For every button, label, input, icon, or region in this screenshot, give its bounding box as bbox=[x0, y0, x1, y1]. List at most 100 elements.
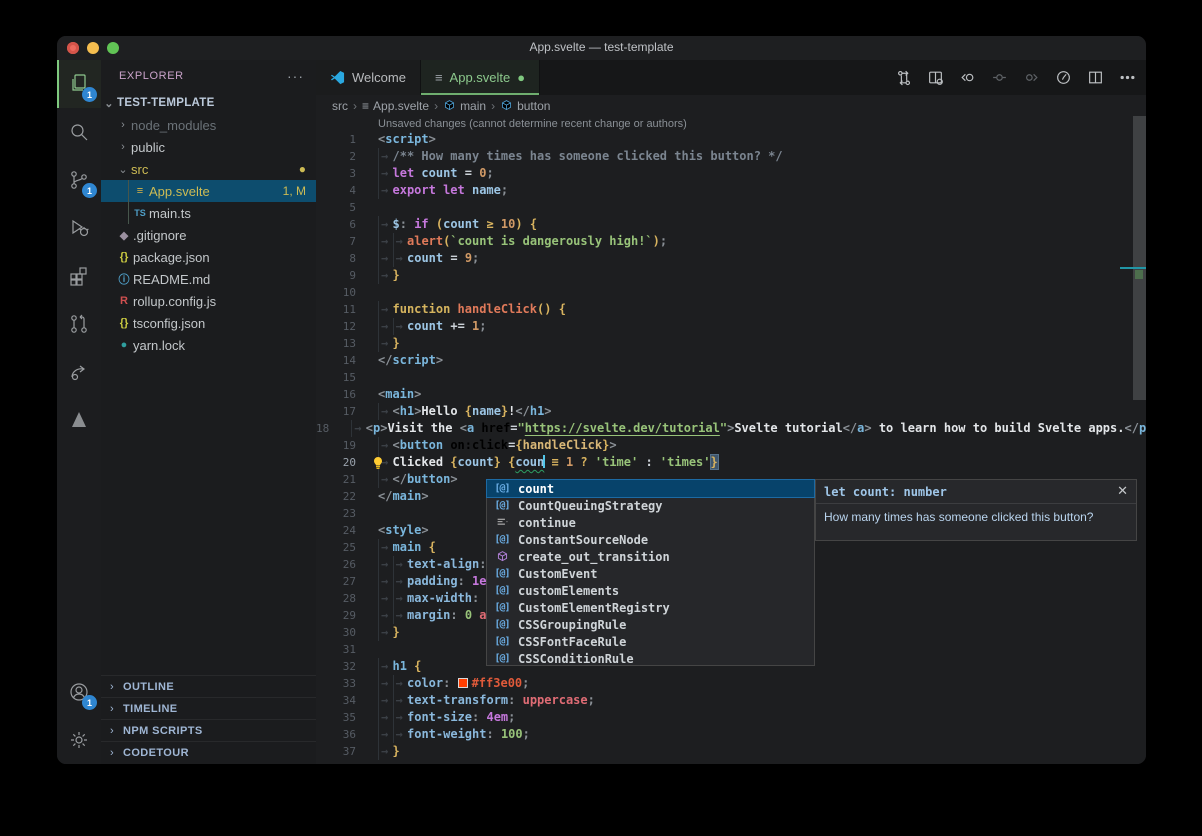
code-line-19[interactable]: 19→<button on:click={handleClick}> bbox=[316, 437, 1132, 454]
file-label: public bbox=[131, 140, 316, 155]
activity-source-control[interactable]: 1 bbox=[57, 156, 101, 204]
color-swatch[interactable] bbox=[458, 678, 468, 688]
activity-settings-gear[interactable] bbox=[57, 716, 101, 764]
activity-explorer[interactable]: 1 bbox=[57, 60, 101, 108]
compare-changes-button[interactable] bbox=[892, 67, 914, 89]
breadcrumb-item-src[interactable]: src bbox=[332, 99, 348, 113]
code-line-14[interactable]: 14</script> bbox=[316, 352, 1132, 369]
line-number: 37 bbox=[316, 743, 356, 760]
code-line-8[interactable]: 8→→count = 9; bbox=[316, 250, 1132, 267]
tree-item-public[interactable]: ›public bbox=[101, 136, 316, 158]
start-tour-button[interactable] bbox=[1052, 67, 1074, 89]
code-line-1[interactable]: 1<script> bbox=[316, 131, 1132, 148]
unsaved-dot-icon[interactable]: ● bbox=[517, 70, 525, 85]
editor-scrollbar[interactable] bbox=[1133, 116, 1146, 400]
modified-dot-badge: ● bbox=[299, 162, 306, 176]
tree-item-yarn-lock[interactable]: ●yarn.lock bbox=[101, 334, 316, 356]
tree-item-src[interactable]: ⌄src● bbox=[101, 158, 316, 180]
tree-root-folder[interactable]: ⌄ TEST-TEMPLATE bbox=[101, 92, 316, 114]
file-label: .gitignore bbox=[133, 228, 316, 243]
tour-next-button[interactable] bbox=[1020, 67, 1042, 89]
code-line-9[interactable]: 9→} bbox=[316, 267, 1132, 284]
symbol-variable-icon: [@] bbox=[491, 534, 513, 545]
tree-item-package-json[interactable]: {}package.json bbox=[101, 246, 316, 268]
tree-item--gitignore[interactable]: ◆.gitignore bbox=[101, 224, 316, 246]
title-bar[interactable]: App.svelte — test-template bbox=[57, 36, 1146, 60]
indent-guide bbox=[128, 180, 129, 202]
tab-app-svelte[interactable]: ≡App.svelte● bbox=[421, 60, 540, 95]
suggest-item-countqueuingstrategy[interactable]: [@]CountQueuingStrategy bbox=[487, 497, 814, 514]
activity-azure[interactable] bbox=[57, 396, 101, 444]
tab-welcome[interactable]: Welcome bbox=[316, 60, 421, 95]
suggest-item-constantsourcenode[interactable]: [@]ConstantSourceNode bbox=[487, 531, 814, 548]
indent-whitespace-arrow: → bbox=[378, 148, 393, 165]
tree-item-rollup-config-js[interactable]: Rrollup.config.js bbox=[101, 290, 316, 312]
activity-github-pr[interactable] bbox=[57, 300, 101, 348]
code-line-12[interactable]: 12→→count += 1; bbox=[316, 318, 1132, 335]
line-content: →export let name; bbox=[378, 182, 508, 199]
suggest-item-create_out_transition[interactable]: create_out_transition bbox=[487, 548, 814, 565]
breadcrumb-item-app-svelte[interactable]: ≡App.svelte bbox=[362, 99, 429, 113]
code-line-6[interactable]: 6→$: if (count ≥ 10) { bbox=[316, 216, 1132, 233]
sidebar-section-npm-scripts[interactable]: ›NPM SCRIPTS bbox=[101, 719, 316, 741]
suggest-item-customevent[interactable]: [@]CustomEvent bbox=[487, 565, 814, 582]
activity-extensions[interactable] bbox=[57, 252, 101, 300]
code-line-13[interactable]: 13→} bbox=[316, 335, 1132, 352]
code-line-36[interactable]: 36→→font-weight: 100; bbox=[316, 726, 1132, 743]
line-content: →main { bbox=[378, 539, 436, 556]
activity-search[interactable] bbox=[57, 108, 101, 156]
suggest-item-count[interactable]: [@]count bbox=[487, 480, 814, 497]
tree-item-app-svelte[interactable]: ≡App.svelte1, M bbox=[101, 180, 316, 202]
code-line-34[interactable]: 34→→text-transform: uppercase; bbox=[316, 692, 1132, 709]
tab-bar: Welcome≡App.svelte● bbox=[316, 60, 1146, 95]
sidebar-section-timeline[interactable]: ›TIMELINE bbox=[101, 697, 316, 719]
suggest-item-cssgroupingrule[interactable]: [@]CSSGroupingRule bbox=[487, 616, 814, 633]
code-line-15[interactable]: 15 bbox=[316, 369, 1132, 386]
code-line-7[interactable]: 7→→alert(`count is dangerously high!`); bbox=[316, 233, 1132, 250]
code-line-4[interactable]: 4→export let name; bbox=[316, 182, 1132, 199]
suggest-item-cssconditionrule[interactable]: [@]CSSConditionRule bbox=[487, 650, 814, 667]
lightbulb-icon[interactable] bbox=[370, 455, 386, 471]
tour-step-button[interactable] bbox=[988, 67, 1010, 89]
breadcrumb-item-main[interactable]: main bbox=[443, 99, 486, 113]
tree-item-node-modules[interactable]: ›node_modules bbox=[101, 114, 316, 136]
code-line-35[interactable]: 35→→font-size: 4em; bbox=[316, 709, 1132, 726]
close-icon[interactable]: ✕ bbox=[1117, 483, 1128, 499]
tree-item-readme-md[interactable]: ⓘREADME.md bbox=[101, 268, 316, 290]
code-line-18[interactable]: 18→<p>Visit the <a href="https://svelte.… bbox=[316, 420, 1132, 437]
code-line-37[interactable]: 37→} bbox=[316, 743, 1132, 760]
suggest-item-cssfontfacerule[interactable]: [@]CSSFontFaceRule bbox=[487, 633, 814, 650]
more-actions-button[interactable] bbox=[1116, 67, 1138, 89]
code-line-5[interactable]: 5 bbox=[316, 199, 1132, 216]
suggest-item-customelementregistry[interactable]: [@]CustomElementRegistry bbox=[487, 599, 814, 616]
code-line-3[interactable]: 3→let count = 0; bbox=[316, 165, 1132, 182]
activity-run-debug[interactable] bbox=[57, 204, 101, 252]
editor-group: Welcome≡App.svelte● src›≡App.svelte›main… bbox=[316, 60, 1146, 764]
codelens-blame[interactable]: Unsaved changes (cannot determine recent… bbox=[378, 118, 687, 130]
code-line-10[interactable]: 10 bbox=[316, 284, 1132, 301]
tree-item-main-ts[interactable]: TSmain.ts bbox=[101, 202, 316, 224]
activity-live-share[interactable] bbox=[57, 348, 101, 396]
line-content: </main> bbox=[378, 488, 429, 505]
sidebar-section-outline[interactable]: ›OUTLINE bbox=[101, 675, 316, 697]
breadcrumb-item-button[interactable]: button bbox=[500, 99, 550, 113]
code-line-33[interactable]: 33→→color: #ff3e00; bbox=[316, 675, 1132, 692]
line-content: →$: if (count ≥ 10) { bbox=[378, 216, 537, 233]
sidebar-section-codetour[interactable]: ›CODETOUR bbox=[101, 741, 316, 763]
line-number: 33 bbox=[316, 675, 356, 692]
suggest-item-customelements[interactable]: [@]customElements bbox=[487, 582, 814, 599]
tree-item-tsconfig-json[interactable]: {}tsconfig.json bbox=[101, 312, 316, 334]
activity-accounts[interactable]: 1 bbox=[57, 668, 101, 716]
code-line-20[interactable]: 20→Clicked {count} {coun ≡ 1 ? 'time' : … bbox=[316, 454, 1132, 471]
split-editor-button[interactable] bbox=[1084, 67, 1106, 89]
explorer-more-actions-icon[interactable]: ··· bbox=[287, 68, 304, 84]
code-line-17[interactable]: 17→<h1>Hello {name}!</h1> bbox=[316, 403, 1132, 420]
suggest-item-continue[interactable]: continue bbox=[487, 514, 814, 531]
open-preview-button[interactable] bbox=[924, 67, 946, 89]
code-editor[interactable]: Unsaved changes (cannot determine recent… bbox=[316, 116, 1146, 764]
code-line-16[interactable]: 16<main> bbox=[316, 386, 1132, 403]
code-line-2[interactable]: 2→/** How many times has someone clicked… bbox=[316, 148, 1132, 165]
code-line-11[interactable]: 11→function handleClick() { bbox=[316, 301, 1132, 318]
tour-previous-button[interactable] bbox=[956, 67, 978, 89]
line-content: <main> bbox=[378, 386, 421, 403]
